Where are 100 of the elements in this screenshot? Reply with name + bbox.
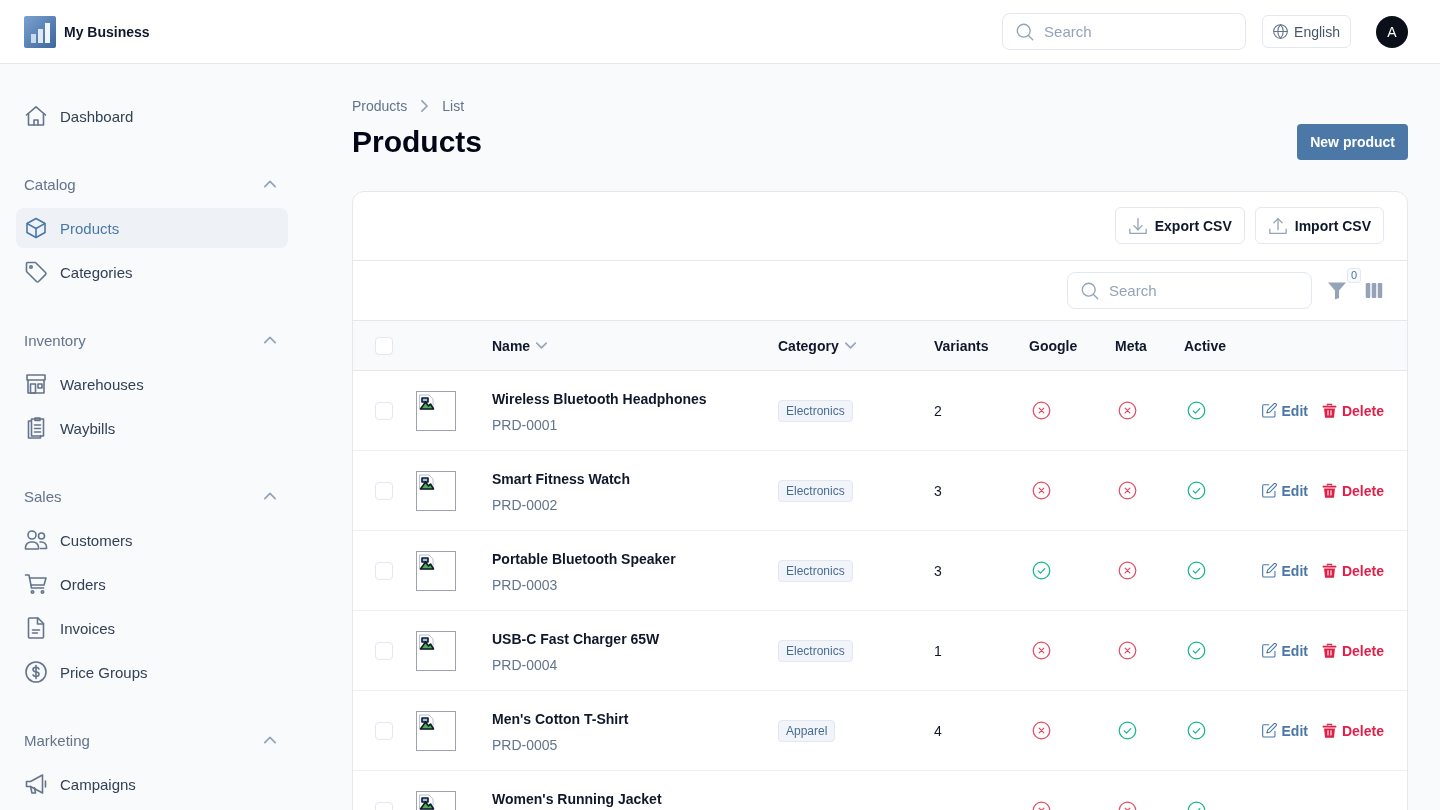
table-search-field[interactable]: Search <box>1067 272 1312 309</box>
pencil-square-icon <box>1261 563 1277 578</box>
product-sku: PRD-0002 <box>492 496 559 515</box>
tag-icon <box>24 260 48 284</box>
pencil-square-icon <box>1261 403 1277 418</box>
pencil-square-icon <box>1261 483 1277 498</box>
sidebar-item[interactable]: Orders <box>16 564 288 604</box>
trash-icon <box>1321 723 1337 738</box>
sidebar-item[interactable]: Products <box>16 208 288 248</box>
column-header[interactable]: Name <box>480 337 766 354</box>
variant-count: 1 <box>934 642 942 659</box>
product-name: Women's Running Jacket <box>492 790 663 809</box>
megaphone-icon <box>24 772 48 796</box>
sidebar-item[interactable]: Customers <box>16 520 288 560</box>
category-tag: Electronics <box>778 479 853 502</box>
product-name: Wireless Bluetooth Headphones <box>492 390 708 409</box>
pencil-square-icon <box>1261 643 1277 658</box>
variant-count: 4 <box>934 722 942 739</box>
product-name: Men's Cotton T-Shirt <box>492 710 630 729</box>
brand-name: My Business <box>64 23 150 40</box>
variant-count: 3 <box>934 562 942 579</box>
storefront-icon <box>24 372 48 396</box>
column-header[interactable]: Category <box>766 337 922 354</box>
column-header: Meta <box>1114 337 1148 354</box>
sidebar-section-header[interactable]: Catalog <box>16 164 288 204</box>
column-header: Variants <box>933 337 990 354</box>
avatar[interactable]: A <box>1376 15 1408 48</box>
bar-chart-logo-icon <box>24 15 56 48</box>
new-product-button[interactable]: New product <box>1297 124 1408 160</box>
row-checkbox[interactable] <box>375 401 393 420</box>
variant-count: 3 <box>934 482 942 499</box>
trash-icon <box>1321 403 1337 418</box>
variant-count: 2 <box>934 402 942 419</box>
sidebar-section-header[interactable]: Marketing <box>16 720 288 760</box>
sidebar-item[interactable]: Dashboard <box>16 96 288 136</box>
home-icon <box>24 104 48 128</box>
category-tag: Apparel <box>778 719 836 742</box>
sidebar-item[interactable]: Waybills <box>16 408 288 448</box>
columns-button[interactable] <box>1365 283 1383 298</box>
columns-icon <box>1365 283 1383 298</box>
select-all-checkbox[interactable] <box>375 336 393 355</box>
import-button[interactable]: Import CSV <box>1254 207 1384 244</box>
column-header: Google <box>1028 337 1079 354</box>
category-tag: Electronics <box>778 399 853 422</box>
delete-button[interactable]: Delete <box>1321 482 1384 499</box>
chevron-down-icon <box>536 342 548 349</box>
filter-button[interactable] <box>1328 281 1346 300</box>
broken-image-icon <box>419 553 435 570</box>
row-checkbox[interactable] <box>375 481 393 500</box>
sidebar-item[interactable]: Warehouses <box>16 364 288 404</box>
sidebar-item[interactable]: Invoices <box>16 608 288 648</box>
product-sku: PRD-0004 <box>492 656 559 675</box>
column-header: Active <box>1183 337 1228 354</box>
category-tag: Electronics <box>778 639 853 662</box>
download-icon <box>1128 216 1147 235</box>
product-name: Smart Fitness Watch <box>492 470 631 489</box>
product-sku: PRD-0003 <box>492 576 559 595</box>
filter-count-badge: 0 <box>1347 267 1361 283</box>
edit-button[interactable]: Edit <box>1261 562 1308 579</box>
trash-icon <box>1321 563 1337 578</box>
row-checkbox[interactable] <box>375 641 393 660</box>
page-title: Products <box>352 124 483 160</box>
export-button[interactable]: Export CSV <box>1114 207 1245 244</box>
search-icon <box>1081 282 1099 300</box>
delete-button[interactable]: Delete <box>1321 562 1384 579</box>
row-checkbox[interactable] <box>375 721 393 740</box>
edit-button[interactable]: Edit <box>1261 402 1308 419</box>
delete-button[interactable]: Delete <box>1321 402 1384 419</box>
trash-icon <box>1321 483 1337 498</box>
breadcrumb-current: List <box>442 98 465 114</box>
trash-icon <box>1321 643 1337 658</box>
search-field[interactable]: Search <box>1002 13 1247 50</box>
product-sku: PRD-0001 <box>492 416 559 435</box>
broken-image-icon <box>419 713 435 730</box>
edit-button[interactable]: Edit <box>1261 722 1308 739</box>
chevron-right-icon <box>421 100 429 112</box>
delete-button[interactable]: Delete <box>1321 642 1384 659</box>
category-tag: Electronics <box>778 559 853 582</box>
sidebar-section-header[interactable]: Inventory <box>16 320 288 360</box>
globe-icon <box>1273 24 1289 39</box>
row-checkbox[interactable] <box>375 561 393 580</box>
dollar-circle-icon <box>24 660 48 684</box>
sidebar-item[interactable]: Categories <box>16 252 288 292</box>
breadcrumb-link[interactable]: Products <box>352 98 408 114</box>
search-icon <box>1016 23 1035 41</box>
edit-button[interactable]: Edit <box>1261 642 1308 659</box>
language-button[interactable]: English <box>1262 15 1351 48</box>
product-sku: PRD-0005 <box>492 736 559 755</box>
upload-icon <box>1268 216 1287 235</box>
sidebar-item[interactable]: Price Groups <box>16 652 288 692</box>
sidebar-section-header[interactable]: Sales <box>16 476 288 516</box>
edit-button[interactable]: Edit <box>1261 482 1308 499</box>
cart-icon <box>24 572 48 596</box>
delete-button[interactable]: Delete <box>1321 722 1384 739</box>
broken-image-icon <box>419 633 435 650</box>
sidebar-item[interactable]: Campaigns <box>16 764 288 804</box>
cube-icon <box>24 216 48 240</box>
users-icon <box>24 528 48 552</box>
broken-image-icon <box>419 473 435 490</box>
broken-image-icon <box>419 393 435 410</box>
